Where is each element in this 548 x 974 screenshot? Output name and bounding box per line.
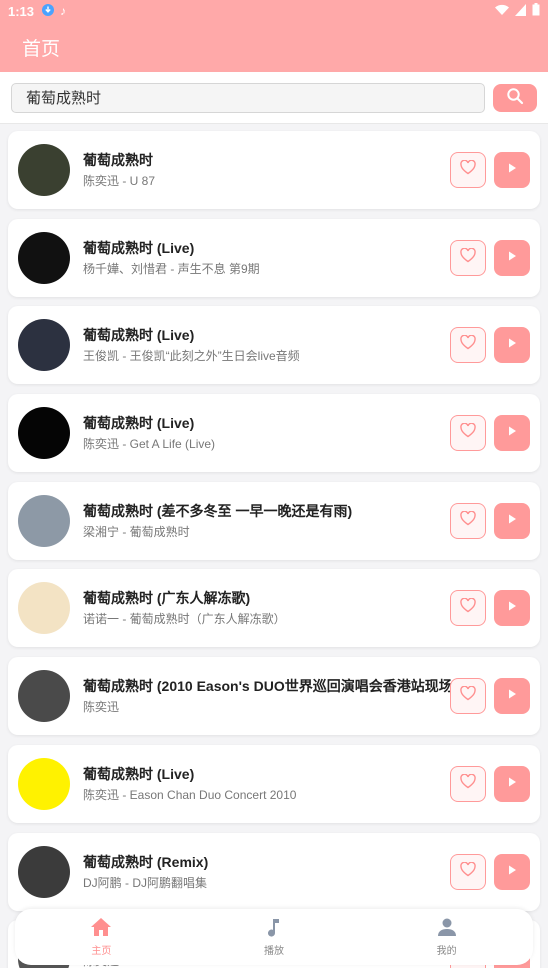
play-button[interactable] (494, 590, 530, 627)
song-item[interactable]: 葡萄成熟时 (Live) 杨千嬅、刘惜君 - 声生不息 第9期 (8, 218, 540, 297)
album-cover (18, 144, 70, 196)
search-bar (0, 72, 548, 124)
like-button[interactable] (450, 152, 486, 188)
song-item[interactable]: 葡萄成熟时 (差不多冬至 一早一晚还是有雨) 梁湘宁 - 葡萄成熟时 (8, 481, 540, 560)
play-button[interactable] (494, 327, 530, 364)
download-icon (42, 3, 55, 19)
like-button[interactable] (450, 590, 486, 627)
heart-icon (460, 247, 476, 268)
play-icon (506, 687, 518, 705)
play-button[interactable] (494, 678, 530, 715)
play-button[interactable] (494, 415, 530, 452)
heart-icon (460, 773, 476, 794)
play-button[interactable] (494, 765, 530, 802)
song-item[interactable]: 葡萄成熟时 (Remix) DJ阿鹏 - DJ阿鹏翻唱集 (8, 832, 540, 911)
song-actions (450, 415, 530, 452)
heart-icon (460, 861, 476, 882)
play-icon (506, 424, 518, 442)
song-actions (450, 239, 530, 276)
song-actions (450, 853, 530, 890)
album-cover (18, 319, 70, 372)
like-button[interactable] (450, 327, 486, 364)
like-button[interactable] (450, 502, 486, 539)
heart-icon (460, 422, 476, 443)
music-note-status-icon: ♪ (60, 4, 67, 18)
heart-icon (460, 510, 476, 531)
play-button[interactable] (494, 502, 530, 539)
album-cover (18, 582, 70, 635)
bottom-navigation: 主页 播放 我的 (15, 909, 533, 965)
app-bar: 首页 (0, 22, 548, 72)
play-icon (506, 599, 518, 617)
status-bar: 1:13 ♪ (0, 0, 548, 22)
battery-icon (532, 3, 540, 19)
search-button[interactable] (493, 83, 537, 112)
play-icon (506, 863, 518, 881)
person-icon (437, 917, 457, 942)
search-input[interactable] (11, 82, 485, 113)
nav-item-play[interactable]: 播放 (188, 909, 361, 965)
like-button[interactable] (450, 678, 486, 715)
play-icon (506, 161, 518, 179)
play-button[interactable] (494, 853, 530, 890)
song-actions (450, 327, 530, 364)
status-time: 1:13 (8, 3, 35, 19)
nav-item-me[interactable]: 我的 (360, 909, 533, 965)
song-item[interactable]: 葡萄成熟时 (Live) 王俊凯 - 王俊凯“此刻之外”生日会live音频 (8, 306, 540, 385)
song-actions (450, 152, 530, 188)
play-icon (506, 512, 518, 530)
heart-icon (460, 597, 476, 618)
nav-label-home: 主页 (91, 946, 112, 957)
album-cover (18, 407, 70, 460)
like-button[interactable] (450, 239, 486, 276)
play-icon (506, 249, 518, 267)
play-button[interactable] (494, 152, 530, 188)
song-item[interactable]: 葡萄成熟时 陈奕迅 - U 87 (8, 131, 540, 209)
like-button[interactable] (450, 853, 486, 890)
album-cover (18, 670, 70, 723)
like-button[interactable] (450, 765, 486, 802)
signal-icon (515, 3, 526, 19)
system-home-bar (0, 968, 548, 974)
nav-item-home[interactable]: 主页 (15, 909, 188, 965)
album-cover (18, 845, 70, 898)
nav-label-me: 我的 (436, 946, 457, 957)
song-item[interactable]: 葡萄成熟时 (Live) 陈奕迅 - Get A Life (Live) (8, 394, 540, 473)
like-button[interactable] (450, 415, 486, 452)
song-actions (450, 590, 530, 627)
album-cover (18, 494, 70, 547)
play-icon (506, 775, 518, 793)
song-actions (450, 502, 530, 539)
home-icon (90, 917, 112, 942)
song-item[interactable]: 葡萄成熟时 (Live) 陈奕迅 - Eason Chan Duo Concer… (8, 744, 540, 823)
play-button[interactable] (494, 239, 530, 276)
album-cover (18, 231, 70, 284)
album-cover (18, 757, 70, 810)
music-note-icon (264, 917, 284, 942)
song-item[interactable]: 葡萄成熟时 (广东人解冻歌) 诺诺一 - 葡萄成熟时（广东人解冻歌） (8, 569, 540, 648)
play-icon (506, 336, 518, 354)
nav-label-play: 播放 (264, 946, 284, 957)
song-item[interactable]: 葡萄成熟时 (2010 Eason's DUO世界巡回演唱会香港站现场) 陈奕迅 (8, 657, 540, 736)
heart-icon (460, 159, 476, 180)
song-actions (450, 765, 530, 802)
wifi-icon (495, 4, 509, 19)
song-actions (450, 678, 530, 715)
heart-icon (460, 334, 476, 355)
page-title: 首页 (22, 38, 61, 60)
search-icon (506, 87, 524, 108)
heart-icon (460, 685, 476, 706)
song-list: 葡萄成熟时 陈奕迅 - U 87 葡萄成熟时 (Live) 杨千嬅、刘惜君 - … (8, 131, 540, 974)
